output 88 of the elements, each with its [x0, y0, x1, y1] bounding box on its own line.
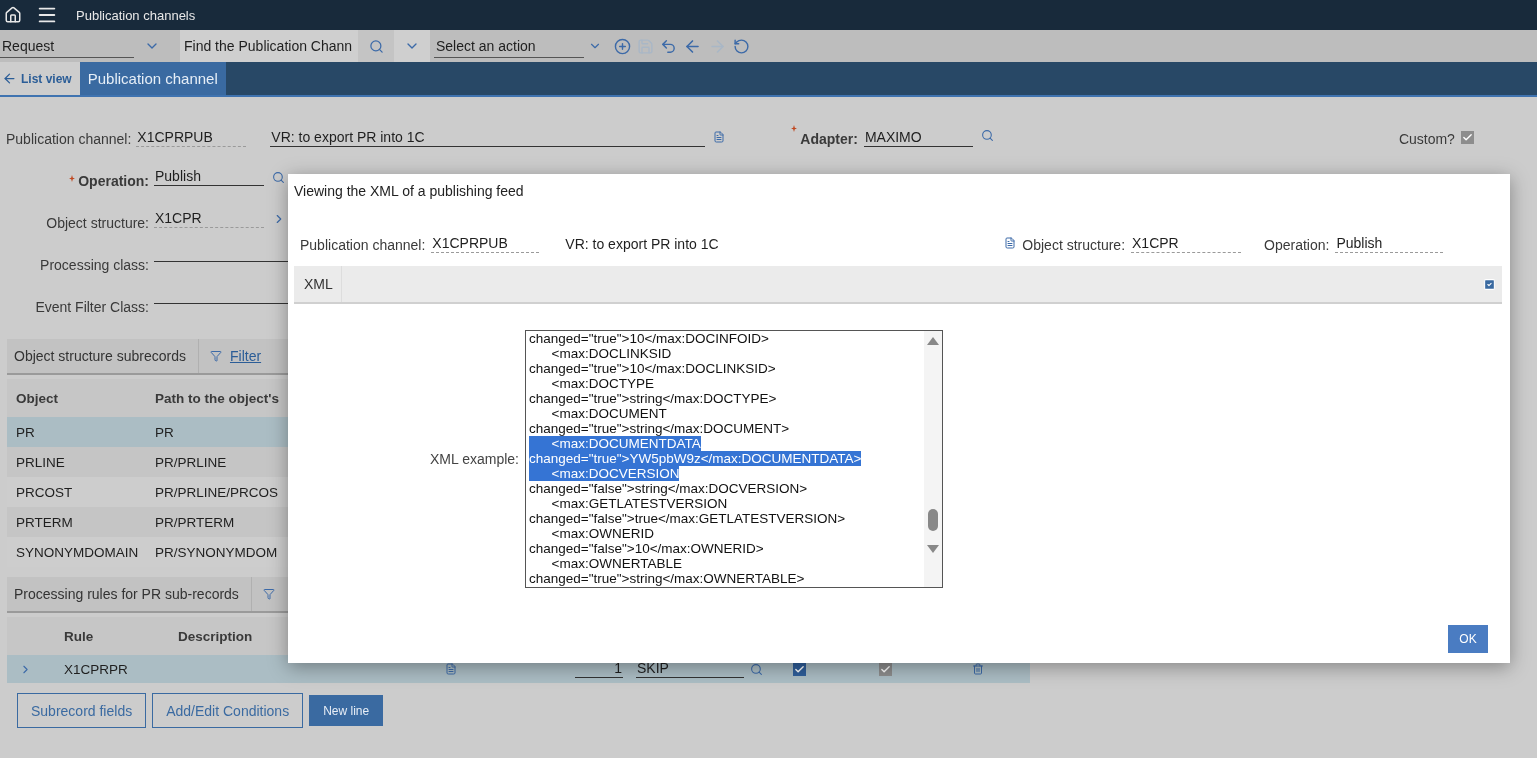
scroll-thumb[interactable] — [928, 509, 938, 531]
column-header: Description — [177, 628, 254, 644]
operation-field: Publish — [1335, 235, 1444, 253]
filter-icon[interactable] — [209, 350, 222, 362]
field-label: Object structure: — [46, 215, 149, 231]
field-label: Publication channel: — [6, 131, 132, 147]
column-header: Path to the object's — [154, 390, 280, 406]
required-icon — [791, 125, 798, 132]
xml-line: changed="false">true</max:GETLATESTVERSION> — [529, 511, 846, 526]
field-label: Custom? — [1398, 131, 1455, 147]
xml-line: <max:OWNERID — [550, 526, 654, 541]
table-cell-text: PR/SYNONYMDOM — [154, 544, 279, 560]
xml-line: changed="true">string</max:OWNERTABLE> — [529, 571, 805, 586]
xml-line: <max:DOCTYPE — [550, 376, 654, 391]
field-label: Processing class: — [40, 257, 149, 273]
view-select[interactable]: Request — [0, 34, 134, 58]
delete-icon[interactable] — [972, 663, 984, 675]
xml-line: changed="false">10</max:OWNERID> — [529, 541, 764, 556]
xml-line: <max:DOCLINKSID — [550, 346, 672, 361]
long-description-icon[interactable] — [1004, 237, 1017, 249]
adapter-field[interactable]: MAXIMO — [863, 129, 973, 147]
search-icon[interactable] — [750, 662, 763, 676]
field-label: Event Filter Class: — [35, 299, 149, 315]
section-title: Object structure subrecords — [7, 339, 199, 373]
xml-line: changed="true">10</max:DOCINFOID> — [529, 331, 769, 346]
channel-field: X1CPRPUB — [431, 235, 540, 253]
ok-button[interactable]: OK — [1448, 625, 1488, 653]
field-label: Publication channel: — [300, 237, 426, 253]
required-icon — [69, 175, 76, 182]
search-input[interactable]: Find the Publication Chann — [180, 30, 358, 62]
new-line-button[interactable]: New line — [309, 695, 384, 726]
checkbox-icon[interactable] — [1483, 277, 1496, 291]
tab[interactable]: Publication channel — [79, 62, 226, 95]
table-cell-text: PRCOST — [15, 484, 74, 500]
xml-line: changed="true">string</max:DOCUMENT> — [529, 421, 790, 436]
xml-line: <max:DOCUMENT — [550, 406, 667, 421]
undo-icon[interactable] — [660, 37, 677, 55]
scroll-up-icon[interactable] — [927, 337, 939, 345]
filter-link[interactable]: Filter — [229, 348, 262, 364]
scroll-down-icon[interactable] — [927, 545, 939, 553]
table-cell-text: PR — [154, 424, 175, 440]
object-structure-field: X1CPR — [154, 210, 264, 228]
field-label: Adapter: — [800, 131, 858, 147]
action-select[interactable]: Select an action — [434, 34, 584, 58]
action-button[interactable]: Add/Edit Conditions — [152, 693, 304, 728]
section-title: XML — [294, 266, 342, 302]
column-header: Rule — [63, 628, 95, 644]
table-cell-text: SYNONYMDOMAIN — [15, 544, 140, 560]
table-cell-text: PR/PRLINE — [154, 454, 228, 470]
xml-line: changed="false">string</max:DOCVERSION> — [529, 481, 808, 496]
app-title: Publication channels — [76, 7, 196, 23]
scrollbar[interactable] — [924, 331, 942, 587]
xml-line: changed="true">10</max:DOCLINKSID> — [529, 361, 776, 376]
channel-field: X1CPRPUB — [136, 129, 247, 147]
table-cell-text: PR/PRLINE/PRCOS — [154, 484, 280, 500]
custom-checkbox[interactable] — [1460, 131, 1474, 144]
column-header: Object — [15, 390, 59, 406]
description-field[interactable]: VR: to export PR into 1C — [270, 129, 706, 147]
field-label: Operation: — [78, 173, 149, 189]
field-label: Object structure: — [1022, 237, 1125, 253]
refresh-icon[interactable] — [733, 37, 750, 55]
list-view-link[interactable]: List view — [0, 62, 80, 95]
dialog-title: Viewing the XML of a publishing feed — [294, 183, 525, 199]
table-cell-text: PRLINE — [15, 454, 66, 470]
xml-line: changed="true">string</max:DOCTYPE> — [529, 391, 777, 406]
filter-icon[interactable] — [262, 588, 275, 600]
table-cell-text: PR — [15, 424, 36, 440]
object-structure-field: X1CPR — [1131, 235, 1241, 253]
section-title: Processing rules for PR sub-records — [7, 577, 252, 611]
xml-text-area[interactable] — [525, 330, 943, 588]
long-description-icon[interactable] — [713, 131, 726, 143]
table-cell-text: PRTERM — [15, 514, 74, 530]
xml-line: <max:GETLATESTVERSION — [550, 496, 728, 511]
search-field[interactable]: Find the Publication Chann — [180, 30, 430, 62]
action-button[interactable]: Subrecord fields — [17, 693, 147, 728]
search-icon[interactable] — [368, 38, 384, 54]
home-icon[interactable] — [4, 6, 22, 24]
field-label: XML example: — [429, 451, 519, 467]
table-cell-text: PR/PRTERM — [154, 514, 236, 530]
xml-line: <max:OWNERTABLE — [550, 556, 682, 571]
long-description-icon[interactable] — [445, 663, 457, 675]
add-icon[interactable] — [614, 37, 631, 55]
search-icon[interactable] — [980, 129, 994, 142]
table-cell-text: X1CPRPR — [63, 661, 129, 677]
operation-field[interactable]: Publish — [154, 168, 264, 186]
search-icon[interactable] — [272, 170, 285, 184]
description-field: VR: to export PR into 1C — [564, 236, 999, 253]
field-label: Operation: — [1264, 237, 1330, 253]
